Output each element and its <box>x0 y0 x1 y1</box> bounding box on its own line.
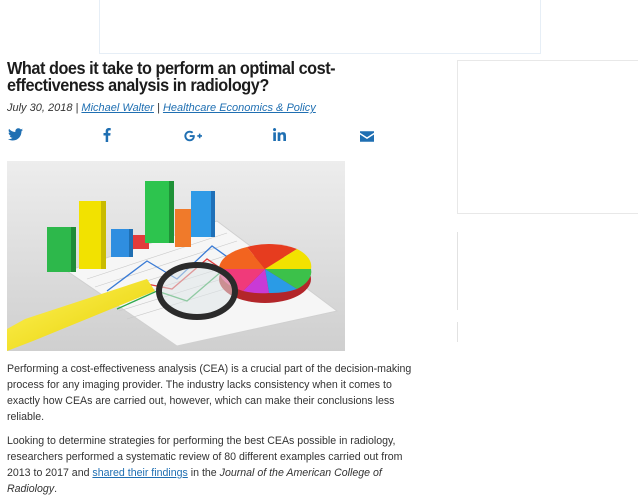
p2-text-end: . <box>54 483 58 495</box>
hero-image <box>7 161 345 351</box>
meta-separator: | <box>153 102 163 114</box>
google-plus-icon[interactable] <box>184 129 202 147</box>
article-date: July 30, 2018 <box>7 102 73 114</box>
article-meta: July 30, 2018 | Michael Walter | Healthc… <box>7 102 447 114</box>
ad-banner[interactable] <box>99 0 541 54</box>
body-paragraph-1: Performing a cost-effectiveness analysis… <box>7 363 412 423</box>
share-bar <box>7 128 377 144</box>
sidebar-divider <box>457 232 458 310</box>
sidebar-ad[interactable] <box>457 60 638 214</box>
twitter-icon[interactable] <box>8 128 23 146</box>
category-link[interactable]: Healthcare Economics & Policy <box>163 102 316 114</box>
author-link[interactable]: Michael Walter <box>81 102 154 114</box>
linkedin-icon[interactable] <box>273 128 286 146</box>
p2-text-b: in the <box>187 467 220 479</box>
facebook-icon[interactable] <box>103 128 111 147</box>
body-paragraph-2: Looking to determine strategies for perf… <box>7 433 427 497</box>
article: What does it take to perform an optimal … <box>7 58 447 495</box>
findings-link[interactable]: shared their findings <box>92 467 187 479</box>
email-icon[interactable] <box>360 129 374 147</box>
article-title: What does it take to perform an optimal … <box>7 58 336 95</box>
sidebar-divider <box>457 322 458 342</box>
